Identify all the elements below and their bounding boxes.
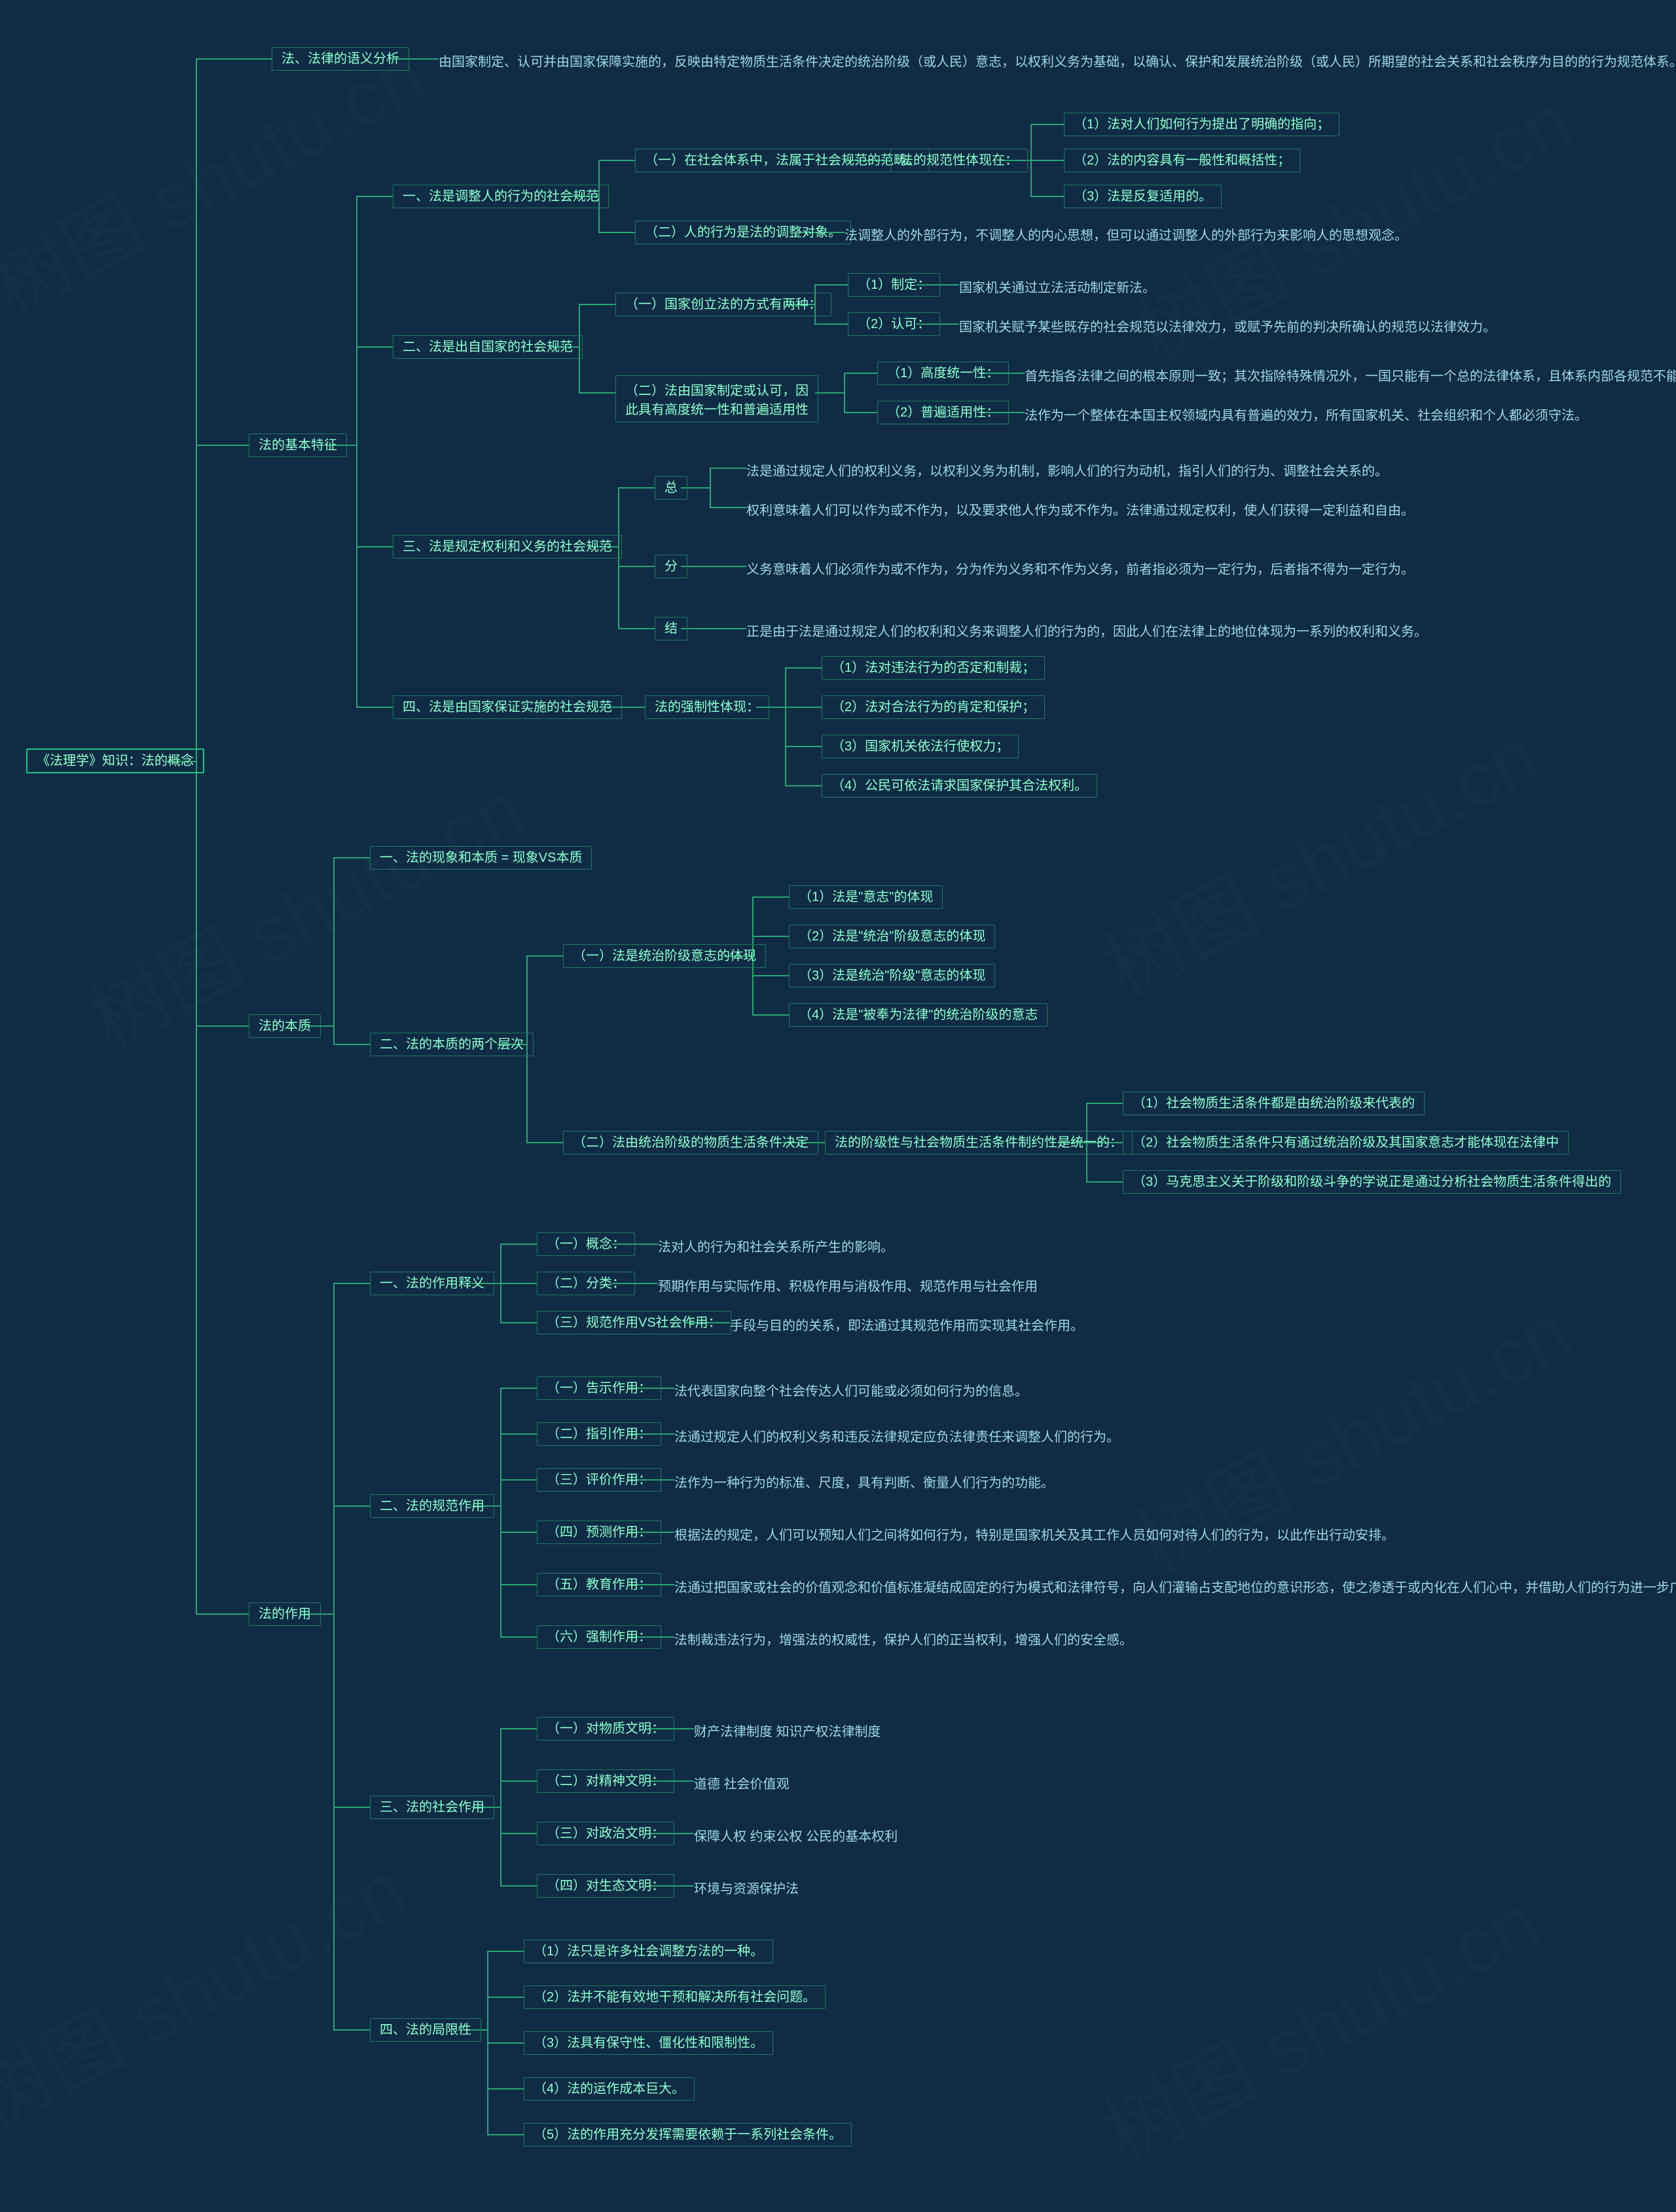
feature-4-1[interactable]: （1）法对违法行为的否定和制裁； <box>822 656 1045 680</box>
node-essence[interactable]: 法的本质 <box>249 1014 321 1038</box>
feature-1-2[interactable]: （二）人的行为是法的调整对象。 <box>635 221 851 244</box>
func-3-4[interactable]: （四）对生态文明： <box>537 1874 674 1898</box>
essence-2[interactable]: 二、法的本质的两个层次 <box>370 1033 534 1056</box>
func-4-3[interactable]: （3）法具有保守性、僵化性和限制性。 <box>524 2031 773 2055</box>
func-1-2[interactable]: （二）分类： <box>537 1272 635 1295</box>
feature-2-2-2d: 法作为一个整体在本国主权领域内具有普遍的效力，所有国家机关、社会组织和个人都必须… <box>1025 407 1588 424</box>
feature-3-jie[interactable]: 结 <box>655 617 687 640</box>
func-1[interactable]: 一、法的作用释义 <box>370 1272 494 1295</box>
feature-2-1-1d: 国家机关通过立法活动制定新法。 <box>959 280 1156 297</box>
func-2-4[interactable]: （四）预测作用： <box>537 1521 661 1544</box>
feature-1-1-n2[interactable]: （2）法的内容具有一般性和概括性； <box>1064 149 1300 172</box>
essence-2-2-2[interactable]: （2）社会物质生活条件只有通过统治阶级及其国家意志才能体现在法律中 <box>1123 1131 1569 1154</box>
feature-4-force[interactable]: 法的强制性体现： <box>645 695 769 719</box>
feature-4-2[interactable]: （2）法对合法行为的肯定和保护； <box>822 695 1045 719</box>
func-2-6[interactable]: （六）强制作用： <box>537 1625 661 1649</box>
func-3-1[interactable]: （一）对物质文明： <box>537 1717 674 1741</box>
func-4-1[interactable]: （1）法只是许多社会调整方法的一种。 <box>524 1940 773 1963</box>
func-4-5[interactable]: （5）法的作用充分发挥需要依赖于一系列社会条件。 <box>524 2123 852 2147</box>
func-2-5d: 法通过把国家或社会的价值观念和价值标准凝结成固定的行为模式和法律符号，向人们灌输… <box>674 1579 1676 1596</box>
essence-2-2-3[interactable]: （3）马克思主义关于阶级和阶级斗争的学说正是通过分析社会物质生活条件得出的 <box>1123 1170 1621 1194</box>
feature-1-1[interactable]: （一）在社会体系中，法属于社会规范的范畴。 <box>635 149 930 172</box>
feature-4-4[interactable]: （4）公民可依法请求国家保护其合法权利。 <box>822 774 1097 798</box>
func-4-4[interactable]: （4）法的运作成本巨大。 <box>524 2077 695 2101</box>
func-2-5[interactable]: （五）教育作用： <box>537 1573 661 1596</box>
func-1-2d: 预期作用与实际作用、积极作用与消极作用、规范作用与社会作用 <box>658 1278 1038 1295</box>
essence-2-1-3[interactable]: （3）法是统治"阶级"意志的体现 <box>789 964 995 987</box>
essence-1[interactable]: 一、法的现象和本质 = 现象VS本质 <box>370 846 592 870</box>
func-4-2[interactable]: （2）法并不能有效地干预和解决所有社会问题。 <box>524 1985 826 2009</box>
feature-3-fen1: 义务意味着人们必须作为或不作为，分为作为义务和不作为义务，前者指必须为一定行为，… <box>746 561 1414 578</box>
func-2[interactable]: 二、法的规范作用 <box>370 1494 494 1518</box>
func-3-3[interactable]: （三）对政治文明： <box>537 1822 674 1845</box>
essence-2-1[interactable]: （一）法是统治阶级意志的体现 <box>563 944 766 968</box>
feature-3[interactable]: 三、法是规定权利和义务的社会规范 <box>393 535 622 559</box>
func-2-3[interactable]: （三）评价作用： <box>537 1468 661 1492</box>
func-3-2[interactable]: （二）对精神文明： <box>537 1769 674 1793</box>
feature-1-1-norm[interactable]: 法的规范性体现在： <box>890 149 1028 172</box>
feature-2-1-2[interactable]: （2）认可： <box>848 312 940 336</box>
essence-2-1-1[interactable]: （1）法是"意志"的体现 <box>789 885 943 909</box>
root-node[interactable]: 《法理学》知识：法的概念 <box>26 748 204 773</box>
mindmap-canvas: 树图 shutu.cn 树图 shutu.cn 树图 shutu.cn 树图 s… <box>0 0 1676 2212</box>
func-4[interactable]: 四、法的局限性 <box>370 2018 481 2042</box>
watermark: 树图 shutu.cn <box>1114 1270 1588 1594</box>
essence-2-1-2[interactable]: （2）法是"统治"阶级意志的体现 <box>789 925 995 948</box>
feature-2-2-1[interactable]: （1）高度统一性： <box>877 361 1009 385</box>
feature-2-2-1d: 首先指各法律之间的根本原则一致；其次指除特殊情况外，一国只能有一个总的法律体系，… <box>1025 368 1676 385</box>
node-features[interactable]: 法的基本特征 <box>249 433 347 457</box>
func-1-1d: 法对人的行为和社会关系所产生的影响。 <box>658 1239 894 1256</box>
feature-4[interactable]: 四、法是由国家保证实施的社会规范 <box>393 695 622 719</box>
func-2-2[interactable]: （二）指引作用： <box>537 1422 661 1446</box>
func-2-6d: 法制裁违法行为，增强法的权威性，保护人们的正当权利，增强人们的安全感。 <box>674 1632 1133 1649</box>
func-3-4d: 环境与资源保护法 <box>694 1881 799 1898</box>
feature-1-1-n1[interactable]: （1）法对人们如何行为提出了明确的指向； <box>1064 113 1339 136</box>
feature-3-zong[interactable]: 总 <box>655 476 687 500</box>
func-1-1[interactable]: （一）概念： <box>537 1232 635 1256</box>
essence-2-1-4[interactable]: （4）法是"被奉为法律"的统治阶级的意志 <box>789 1003 1048 1027</box>
essence-2-2-mid[interactable]: 法的阶级性与社会物质生活条件制约性是统一的： <box>825 1131 1133 1154</box>
watermark: 树图 shutu.cn <box>0 1827 422 2151</box>
node-function[interactable]: 法的作用 <box>249 1602 321 1626</box>
feature-3-fen[interactable]: 分 <box>655 555 687 578</box>
feature-2-2[interactable]: （二）法由国家制定或认可，因此具有高度统一性和普遍适用性 <box>615 375 818 422</box>
feature-1[interactable]: 一、法是调整人的行为的社会规范 <box>393 185 609 208</box>
feature-2-1-2d: 国家机关赋予某些既存的社会规范以法律效力，或赋予先前的判决所确认的规范以法律效力… <box>959 319 1496 336</box>
feature-2-2-2[interactable]: （2）普遍适用性： <box>877 401 1009 424</box>
feature-2-1-1[interactable]: （1）制定： <box>848 273 940 297</box>
essence-2-2[interactable]: （二）法由统治阶级的物质生活条件决定 <box>563 1131 818 1154</box>
func-2-3d: 法作为一种行为的标准、尺度，具有判断、衡量人们行为的功能。 <box>674 1475 1054 1492</box>
node-semantic[interactable]: 法、法律的语义分析 <box>272 47 409 71</box>
feature-3-zong2: 权利意味着人们可以作为或不作为，以及要求他人作为或不作为。法律通过规定权利，使人… <box>746 502 1414 519</box>
feature-2-1[interactable]: （一）国家创立法的方式有两种： <box>615 293 831 316</box>
watermark: 树图 shutu.cn <box>1082 1860 1556 2184</box>
feature-1-2-detail: 法调整人的外部行为，不调整人的内心思想，但可以通过调整人的外部行为来影响人的思想… <box>845 227 1408 244</box>
semantic-detail: 由国家制定、认可并由国家保障实施的，反映由特定物质生活条件决定的统治阶级（或人民… <box>439 54 1676 71</box>
func-2-1d: 法代表国家向整个社会传达人们可能或必须如何行为的信息。 <box>674 1383 1028 1400</box>
func-1-3[interactable]: （三）规范作用VS社会作用： <box>537 1311 731 1335</box>
feature-2[interactable]: 二、法是出自国家的社会规范 <box>393 335 583 359</box>
func-3-1d: 财产法律制度 知识产权法律制度 <box>694 1724 881 1741</box>
func-3[interactable]: 三、法的社会作用 <box>370 1796 494 1819</box>
feature-3-jie1: 正是由于法是通过规定人们的权利和义务来调整人们的行为的，因此人们在法律上的地位体… <box>746 623 1427 640</box>
func-3-3d: 保障人权 约束公权 公民的基本权利 <box>694 1828 898 1845</box>
func-3-2d: 道德 社会价值观 <box>694 1776 790 1793</box>
func-2-4d: 根据法的规定，人们可以预知人们之间将如何行为，特别是国家机关及其工作人员如何对待… <box>674 1527 1394 1544</box>
feature-3-zong1: 法是通过规定人们的权利义务，以权利义务为机制，影响人们的行为动机，指引人们的行为… <box>746 463 1388 480</box>
watermark: 树图 shutu.cn <box>1082 694 1556 1018</box>
essence-2-2-1[interactable]: （1）社会物质生活条件都是由统治阶级来代表的 <box>1123 1092 1425 1115</box>
func-2-2d: 法通过规定人们的权利义务和违反法律规定应负法律责任来调整人们的行为。 <box>674 1429 1120 1446</box>
feature-4-3[interactable]: （3）国家机关依法行使权力； <box>822 735 1019 758</box>
feature-1-1-n3[interactable]: （3）法是反复适用的。 <box>1064 185 1222 208</box>
func-2-1[interactable]: （一）告示作用： <box>537 1376 661 1400</box>
func-1-3d: 手段与目的的关系，即法通过其规范作用而实现其社会作用。 <box>730 1318 1084 1335</box>
